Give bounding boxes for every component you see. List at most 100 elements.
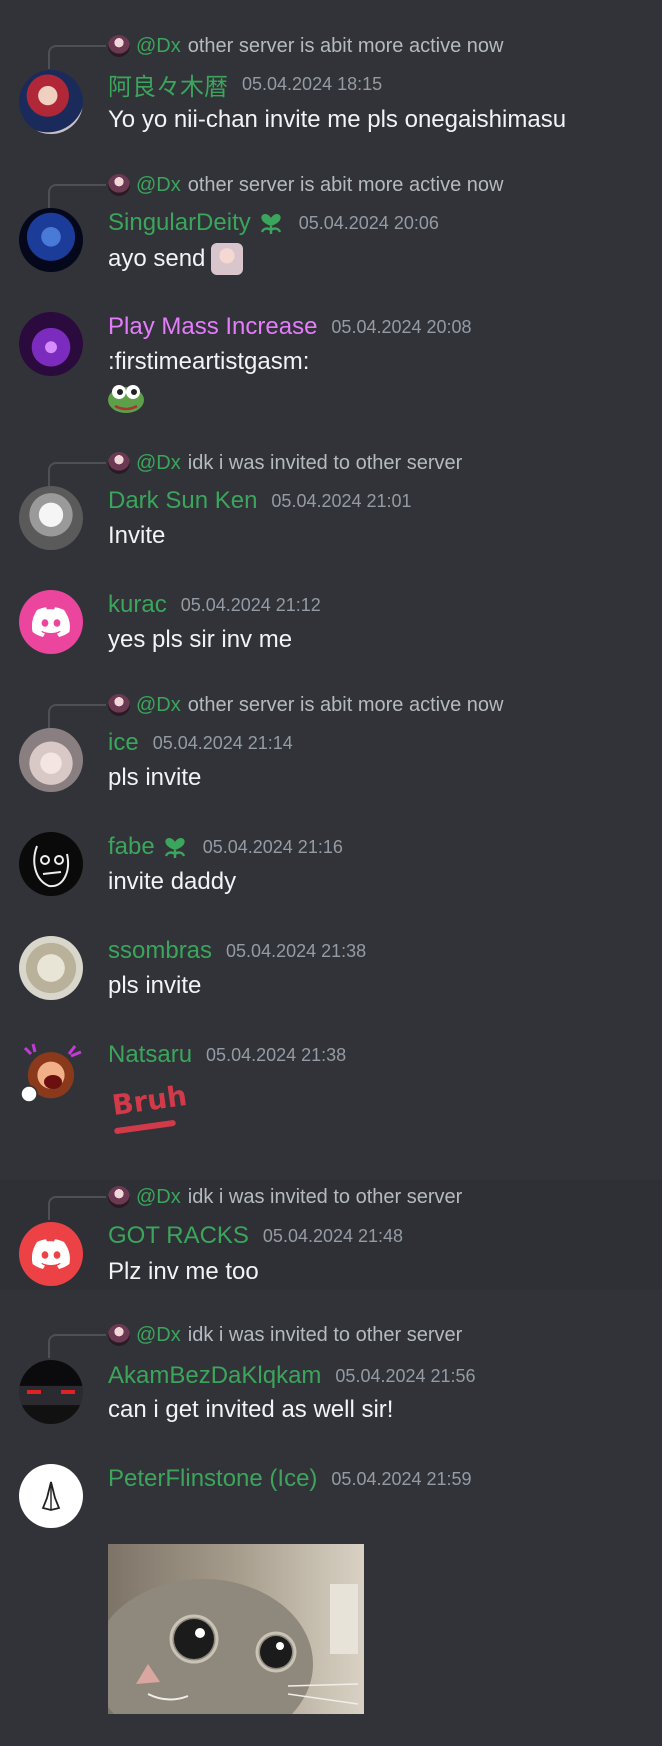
user-avatar[interactable]	[19, 832, 83, 896]
user-avatar[interactable]	[19, 590, 83, 654]
reply-connector	[48, 704, 106, 728]
replied-user-avatar	[108, 1324, 130, 1346]
reply-preview[interactable]: @Dx other server is abit more active now	[108, 31, 503, 61]
timestamp: 05.04.2024 21:14	[152, 732, 293, 753]
user-avatar[interactable]	[19, 486, 83, 550]
username[interactable]: 阿良々木暦	[108, 67, 228, 102]
message-text-content: ayo send	[108, 245, 206, 272]
user-avatar[interactable]	[19, 70, 83, 134]
praying-hands-icon	[41, 1481, 61, 1511]
message-text: ayo send	[108, 242, 244, 276]
heart-sprout-icon[interactable]	[257, 209, 285, 237]
message-header: SingularDeity 05.04.2024 20:06	[108, 207, 439, 239]
message-header: ice 05.04.2024 21:14	[108, 727, 293, 759]
message-text: pls invite	[108, 972, 202, 999]
reply-mention[interactable]: @Dx	[136, 1324, 181, 1347]
message-text: :firstimeartistgasm:	[108, 348, 310, 375]
reply-preview[interactable]: @Dx other server is abit more active now	[108, 690, 503, 720]
user-avatar[interactable]	[19, 1222, 83, 1286]
sticker-text: Bruh	[110, 1078, 189, 1123]
message-header: Natsaru 05.04.2024 21:38	[108, 1039, 346, 1071]
reply-preview[interactable]: @Dx idk i was invited to other server	[108, 448, 462, 478]
reply-text: other server is abit more active now	[187, 693, 504, 716]
username[interactable]: Play Mass Increase	[108, 313, 317, 341]
user-avatar[interactable]	[19, 312, 83, 376]
timestamp: 05.04.2024 21:48	[262, 1225, 404, 1246]
reply-mention[interactable]: @Dx	[136, 174, 181, 197]
timestamp: 05.04.2024 18:15	[242, 73, 383, 94]
timestamp: 05.04.2024 21:38	[206, 1044, 347, 1065]
timestamp: 05.04.2024 21:01	[271, 490, 412, 511]
user-avatar[interactable]	[19, 1360, 83, 1424]
reply-mention[interactable]: @Dx	[136, 694, 181, 717]
timestamp: 05.04.2024 21:12	[180, 594, 321, 615]
timestamp: 05.04.2024 21:56	[335, 1365, 476, 1386]
replied-user-avatar	[108, 452, 130, 474]
replied-user-avatar	[108, 1186, 130, 1208]
message-header: GOT RACKS 05.04.2024 21:48	[108, 1220, 403, 1252]
discord-logo-icon	[32, 607, 70, 637]
reply-text: other server is abit more active now	[187, 34, 504, 57]
username[interactable]: GOT RACKS	[108, 1222, 249, 1250]
message-text: Yo yo nii-chan invite me pls onegaishima…	[108, 106, 567, 133]
message-text: invite daddy	[108, 868, 237, 895]
reply-text: idk i was invited to other server	[187, 451, 463, 474]
username[interactable]: kurac	[108, 591, 167, 619]
anime-girl-emoji[interactable]	[211, 243, 244, 275]
reply-connector	[48, 184, 106, 208]
username[interactable]: AkamBezDaKlqkam	[108, 1362, 321, 1390]
message-header: AkamBezDaKlqkam 05.04.2024 21:56	[108, 1360, 476, 1392]
user-avatar[interactable]	[19, 1464, 83, 1528]
timestamp: 05.04.2024 21:59	[331, 1468, 472, 1489]
message-text: Invite	[108, 522, 166, 549]
cat-gif-attachment[interactable]	[108, 1544, 364, 1714]
reply-preview[interactable]: @Dx other server is abit more active now	[108, 170, 503, 200]
reply-mention[interactable]: @Dx	[136, 1186, 181, 1209]
reply-connector	[48, 45, 106, 69]
username[interactable]: fabe	[108, 833, 155, 861]
reply-connector	[48, 462, 106, 486]
car-taillights-icon	[27, 1390, 75, 1394]
message-text: pls invite	[108, 764, 202, 791]
username[interactable]: PeterFlinstone (Ice)	[108, 1465, 317, 1493]
user-avatar[interactable]	[19, 1040, 83, 1104]
sticker-underline	[113, 1119, 177, 1135]
user-avatar[interactable]	[19, 936, 83, 1000]
reply-preview[interactable]: @Dx idk i was invited to other server	[108, 1320, 462, 1350]
replied-user-avatar	[108, 35, 130, 57]
reply-connector	[48, 1334, 106, 1358]
pepe-emoji[interactable]	[107, 380, 145, 414]
user-avatar[interactable]	[19, 208, 83, 272]
heart-sprout-icon[interactable]	[161, 833, 189, 861]
timestamp: 05.04.2024 20:08	[331, 316, 472, 337]
timestamp: 05.04.2024 21:38	[226, 940, 367, 961]
replied-user-avatar	[108, 694, 130, 716]
reply-connector	[48, 1196, 106, 1220]
username[interactable]: ssombras	[108, 937, 212, 965]
message-text: can i get invited as well sir!	[108, 1396, 394, 1423]
reply-mention[interactable]: @Dx	[136, 35, 181, 58]
timestamp: 05.04.2024 20:06	[298, 212, 439, 233]
username[interactable]: ice	[108, 729, 139, 757]
username[interactable]: SingularDeity	[108, 209, 251, 237]
username[interactable]: Dark Sun Ken	[108, 487, 257, 515]
discord-logo-icon	[32, 1239, 70, 1269]
username[interactable]: Natsaru	[108, 1041, 192, 1069]
reply-text: idk i was invited to other server	[187, 1185, 463, 1208]
replied-user-avatar	[108, 174, 130, 196]
angry-anime-face-icon	[20, 1043, 82, 1103]
message-text: yes pls sir inv me	[108, 626, 293, 653]
cat-face-image	[108, 1579, 359, 1714]
message-header: PeterFlinstone (Ice) 05.04.2024 21:59	[108, 1463, 472, 1495]
bruh-sticker[interactable]: Bruh	[108, 1078, 189, 1138]
message-header: 阿良々木暦 05.04.2024 18:15	[108, 67, 383, 102]
message-header: Play Mass Increase 05.04.2024 20:08	[108, 311, 472, 343]
timestamp: 05.04.2024 21:16	[202, 836, 343, 857]
reply-mention[interactable]: @Dx	[136, 452, 181, 475]
reply-text: other server is abit more active now	[187, 173, 504, 196]
user-avatar[interactable]	[19, 728, 83, 792]
reply-preview[interactable]: @Dx idk i was invited to other server	[108, 1182, 462, 1212]
doodle-face-icon	[33, 845, 69, 888]
reply-text: idk i was invited to other server	[187, 1323, 463, 1346]
message-header: kurac 05.04.2024 21:12	[108, 589, 321, 621]
